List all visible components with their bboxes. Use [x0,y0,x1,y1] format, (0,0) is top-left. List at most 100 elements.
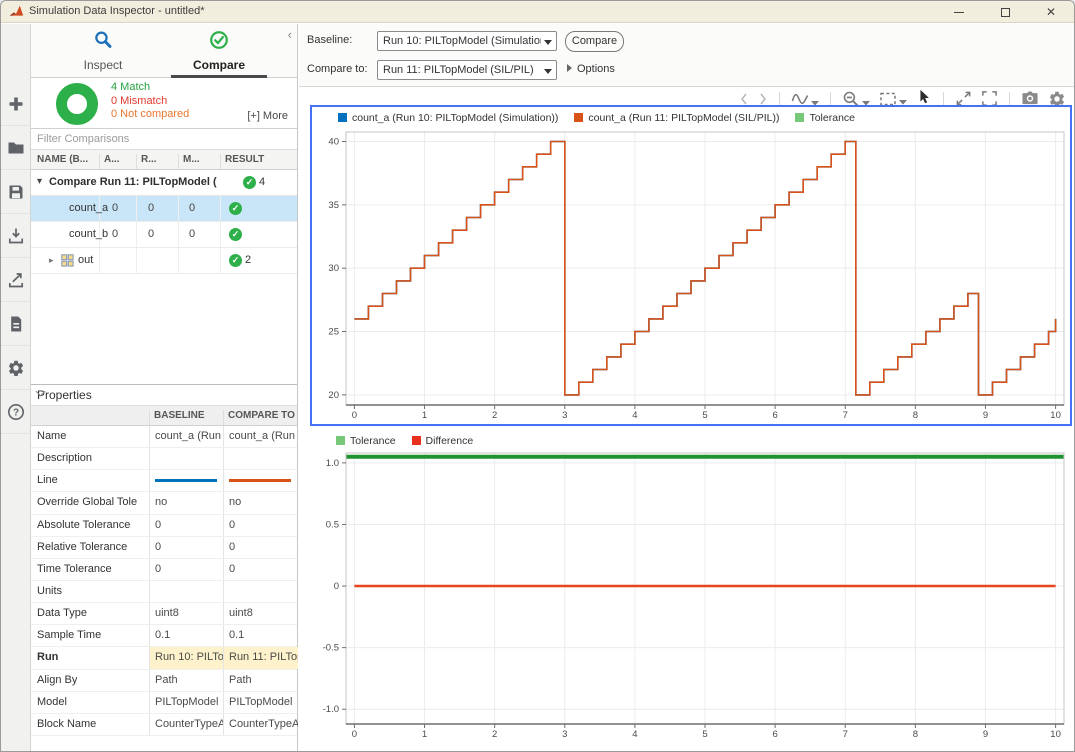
comparison-table-header: NAME (B... A... R... M... RESULT [31,150,297,170]
dropdown-caret-icon [544,40,552,45]
collapse-panel-icon[interactable]: ‹ [288,27,292,42]
comparison-row-count_b[interactable]: count_b000✓ [31,222,297,248]
help-button[interactable]: ? [1,390,30,434]
compare-cell: uint8 [223,603,298,624]
property-row-model[interactable]: ModelPILTopModelPILTopModel [31,692,297,714]
plot-canvas[interactable]: 0123456789102025303540 [312,129,1066,422]
col-result[interactable]: RESULT [225,154,264,165]
minimize-button[interactable] [936,1,982,23]
compare-button[interactable]: Compare [565,31,624,52]
minimize-icon [954,12,964,13]
compare-to-run-value: Run 11: PILTopModel (SIL/PIL) [383,64,541,76]
maximize-button[interactable] [982,1,1028,23]
export-icon [7,271,25,289]
svg-text:9: 9 [983,729,988,740]
compare-cell: Run 11: PILTop [223,647,298,668]
svg-text:10: 10 [1050,410,1061,421]
folder-open-button[interactable] [1,126,30,170]
baseline-compare-plot[interactable]: count_a (Run 10: PILTopModel (Simulation… [310,105,1072,426]
mismatch-count: 0 Mismatch [111,95,189,109]
properties-header[interactable]: Properties [31,385,297,406]
property-row-units[interactable]: Units [31,581,297,603]
baseline-run-dropdown[interactable]: Run 10: PILTopModel (Simulation) [377,31,557,51]
svg-text:35: 35 [328,200,339,211]
baseline-cell: CounterTypeA [149,714,223,735]
more-button[interactable]: [+] More [247,110,288,122]
match-badge-icon: ✓ [243,176,256,189]
plot-legend: ToleranceDifference [310,431,1072,451]
property-label: Override Global Tole [37,496,137,508]
svg-text:3: 3 [562,410,567,421]
compare-cell: count_a (Run 1 [223,426,298,447]
options-expander[interactable]: Options [567,63,615,75]
col-rel[interactable]: R... [141,154,157,165]
property-row-name[interactable]: Namecount_a (Run 1count_a (Run 1 [31,426,297,448]
col-name[interactable]: NAME (B... [37,154,88,165]
signal-name: count_b [69,228,108,240]
save-icon [7,183,25,201]
plus-icon [7,95,25,113]
tab-inspect[interactable]: Inspect [49,24,157,78]
svg-text:5: 5 [702,410,707,421]
plus-button[interactable] [1,82,30,126]
property-row-block-name[interactable]: Block NameCounterTypeACounterTypeA [31,714,297,736]
svg-text:6: 6 [772,410,777,421]
expander-closed-icon[interactable]: ▸ [49,255,54,266]
legend-item: count_a (Run 11: PILTopModel (SIL/PIL)) [574,112,779,124]
save-button[interactable] [1,170,30,214]
difference-plot[interactable]: ToleranceDifference012345678910-1.0-0.50… [310,431,1072,749]
import-button[interactable] [1,214,30,258]
signal-name: count_a [69,202,108,214]
col-max[interactable]: M... [183,154,200,165]
tab-inspect-label: Inspect [84,58,123,72]
comparison-row-count_a[interactable]: count_a000✓ [31,196,297,222]
baseline-cell: Path [149,670,223,691]
max-diff-value: 0 [189,202,195,214]
property-label: Description [37,452,92,464]
export-button[interactable] [1,258,30,302]
report-button[interactable] [1,302,30,346]
property-row-override-global-tole[interactable]: Override Global Tolenono [31,492,297,514]
tab-compare[interactable]: Compare [165,24,273,78]
col-abs[interactable]: A... [104,154,120,165]
legend-item: count_a (Run 10: PILTopModel (Simulation… [338,112,558,124]
svg-text:0.5: 0.5 [326,519,339,530]
close-button[interactable]: ✕ [1028,1,1074,23]
comparison-group-row[interactable]: ▾ Compare Run 11: PILTopModel ( ✓ 4 [31,170,297,196]
plot-area-panel: Baseline: Run 10: PILTopModel (Simulatio… [299,24,1074,751]
preferences-gear-button[interactable] [1,346,30,390]
property-row-run[interactable]: RunRun 10: PILTopRun 11: PILTop [31,647,297,669]
svg-text:1: 1 [422,729,427,740]
filter-comparisons-input[interactable]: Filter Comparisons [31,129,297,150]
expander-open-icon[interactable]: ▾ [37,176,42,187]
compare-to-run-dropdown[interactable]: Run 11: PILTopModel (SIL/PIL) [377,60,557,80]
legend-swatch [795,113,804,122]
plot-canvas[interactable]: 012345678910-1.0-0.500.51.0 [310,451,1066,745]
property-row-absolute-tolerance[interactable]: Absolute Tolerance00 [31,515,297,537]
property-row-relative-tolerance[interactable]: Relative Tolerance00 [31,537,297,559]
result-count: 2 [245,254,251,266]
property-label: Absolute Tolerance [37,519,130,531]
compare-cell: CounterTypeA [223,714,298,735]
abs-tol-value: 0 [112,202,118,214]
svg-text:0: 0 [334,581,339,592]
baseline-cell: 0 [149,515,223,536]
property-row-description[interactable]: Description [31,448,297,470]
legend-item: Difference [412,435,474,447]
col-compare-to: COMPARE TO [228,410,295,421]
tab-compare-label: Compare [193,58,245,72]
property-row-line[interactable]: Line [31,470,297,492]
baseline-cell: 0 [149,559,223,580]
baseline-cell: 0.1 [149,625,223,646]
property-row-align-by[interactable]: Align ByPathPath [31,670,297,692]
baseline-cell: no [149,492,223,513]
svg-text:10: 10 [1050,729,1061,740]
property-label: Line [37,474,58,486]
property-label: Relative Tolerance [37,541,127,553]
property-row-data-type[interactable]: Data Typeuint8uint8 [31,603,297,625]
property-row-sample-time[interactable]: Sample Time0.10.1 [31,625,297,647]
comparison-row-out[interactable]: ▸out✓2 [31,248,297,274]
property-row-time-tolerance[interactable]: Time Tolerance00 [31,559,297,581]
property-label: Units [37,585,62,597]
legend-swatch [338,113,347,122]
